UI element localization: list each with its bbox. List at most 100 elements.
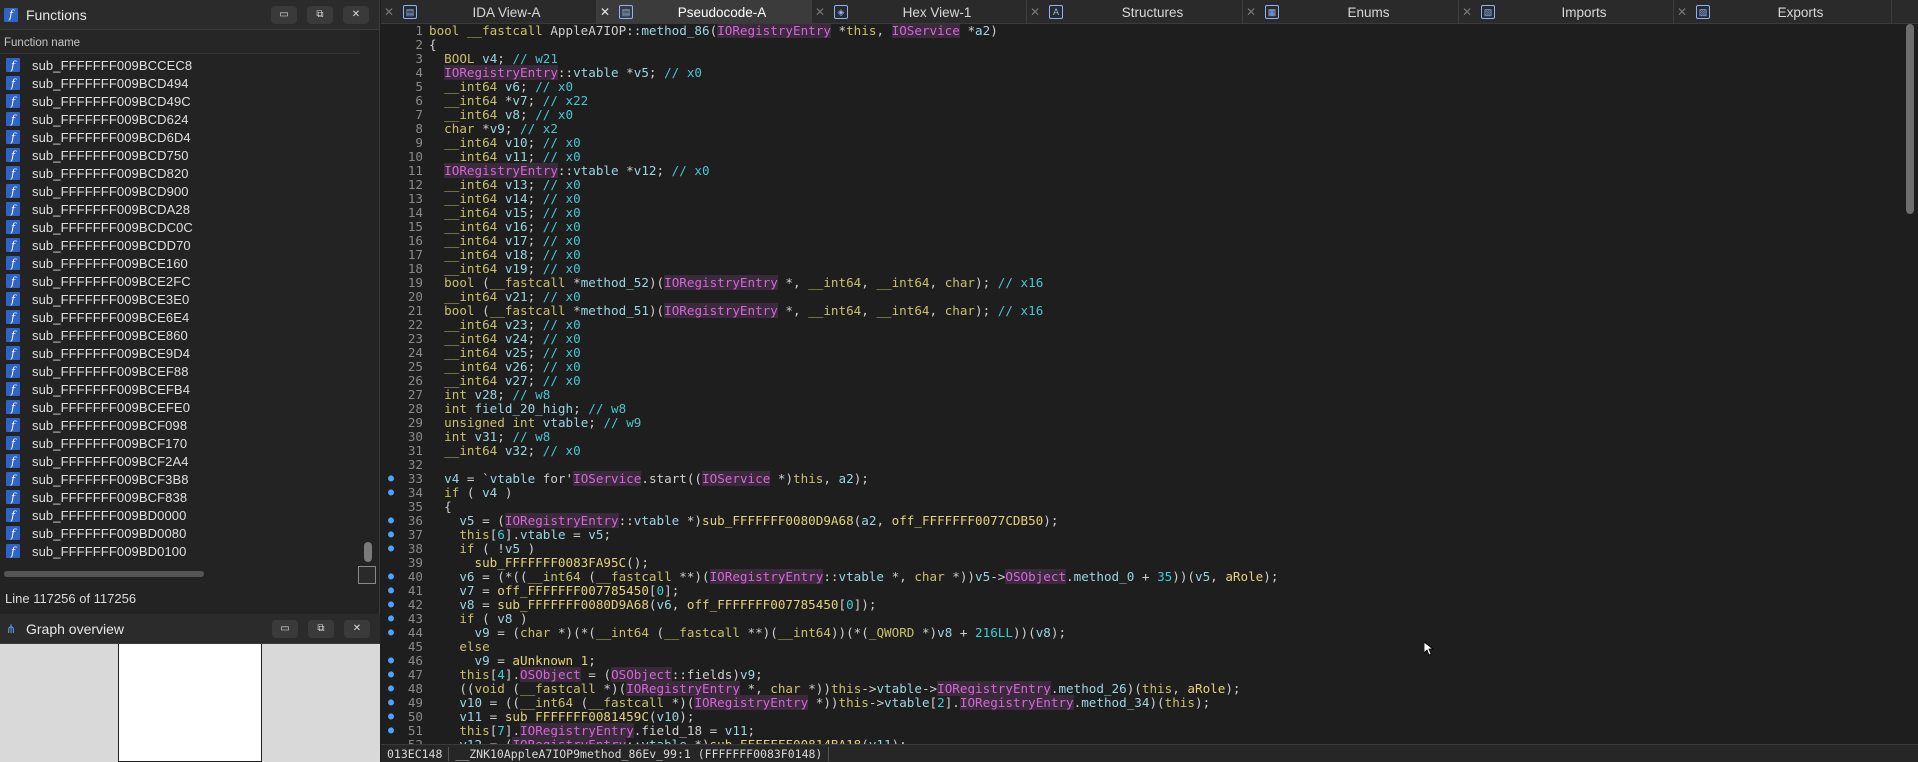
function-list-item[interactable]: f sub_FFFFFFF009BCD624 (0, 110, 360, 128)
graph-close-button[interactable]: ✕ (344, 619, 370, 638)
code-text[interactable]: __int64 v26; // x0 (429, 360, 581, 374)
breakpoint-marker-icon[interactable] (381, 332, 401, 346)
breakpoint-marker-icon[interactable]: ● (381, 514, 401, 528)
breakpoint-marker-icon[interactable] (381, 346, 401, 360)
tab-ida-view-a[interactable]: ✕ ▤ IDA View-A (381, 0, 597, 24)
breakpoint-marker-icon[interactable] (381, 80, 401, 94)
breakpoint-marker-icon[interactable]: ● (381, 570, 401, 584)
graph-overview-canvas[interactable] (0, 644, 380, 762)
code-line[interactable]: 6 __int64 *v7; // x22 (381, 94, 1901, 108)
code-line[interactable]: 13 __int64 v14; // x0 (381, 192, 1901, 206)
breakpoint-marker-icon[interactable] (381, 402, 401, 416)
graph-viewport-box[interactable] (118, 644, 262, 762)
function-list-item[interactable]: f sub_FFFFFFF009BD0000 (0, 506, 360, 524)
code-text[interactable]: __int64 v10; // x0 (429, 136, 581, 150)
code-line[interactable]: 7 __int64 v8; // x0 (381, 108, 1901, 122)
breakpoint-marker-icon[interactable] (381, 556, 401, 570)
code-text[interactable]: v9 = (char *)(*(__int64 (__fastcall **)(… (429, 626, 1067, 640)
function-list[interactable]: f sub_FFFFFFF009BCCEC8 f sub_FFFFFFF009BCD4… (0, 56, 360, 564)
function-list-item[interactable]: f sub_FFFFFFF009BCE860 (0, 326, 360, 344)
breakpoint-marker-icon[interactable] (381, 206, 401, 220)
breakpoint-marker-icon[interactable] (381, 416, 401, 430)
code-line[interactable]: 5 __int64 v6; // x0 (381, 80, 1901, 94)
code-text[interactable]: if ( !v5 ) (429, 542, 535, 556)
breakpoint-marker-icon[interactable]: ● (381, 598, 401, 612)
code-line[interactable]: 3 BOOL v4; // w21 (381, 52, 1901, 66)
function-list-item[interactable]: f sub_FFFFFFF009BCD49C (0, 92, 360, 110)
code-text[interactable]: BOOL v4; // w21 (429, 52, 558, 66)
pseudocode-view[interactable]: 1 bool __fastcall AppleA7IOP::method_86(I… (381, 24, 1901, 744)
code-line[interactable]: ● 42 v8 = sub_FFFFFFF0080D9A68(v6, off_FF… (381, 598, 1901, 612)
breakpoint-marker-icon[interactable] (381, 430, 401, 444)
code-line[interactable]: 18 __int64 v19; // x0 (381, 262, 1901, 276)
breakpoint-marker-icon[interactable]: ● (381, 486, 401, 500)
code-line[interactable]: ● 43 if ( v8 ) (381, 612, 1901, 626)
code-line[interactable]: 23 __int64 v24; // x0 (381, 332, 1901, 346)
function-list-item[interactable]: f sub_FFFFFFF009BCDD70 (0, 236, 360, 254)
breakpoint-marker-icon[interactable] (381, 52, 401, 66)
breakpoint-marker-icon[interactable] (381, 248, 401, 262)
breakpoint-marker-icon[interactable] (381, 164, 401, 178)
code-line[interactable]: 4 IORegistryEntry::vtable *v5; // x0 (381, 65, 1901, 80)
code-text[interactable]: this[4].OSObject = (OSObject::fields)v9; (429, 667, 763, 682)
code-text[interactable]: __int64 v21; // x0 (429, 290, 581, 304)
code-text[interactable]: __int64 v17; // x0 (429, 234, 581, 248)
tab-close-icon[interactable]: ✕ (1459, 5, 1475, 19)
code-text[interactable]: __int64 v13; // x0 (429, 178, 581, 192)
code-line[interactable]: ● 47 this[4].OSObject = (OSObject::fields… (381, 667, 1901, 682)
function-list-item[interactable]: f sub_FFFFFFF009BD0080 (0, 524, 360, 542)
breakpoint-marker-icon[interactable]: ● (381, 724, 401, 738)
breakpoint-marker-icon[interactable] (381, 66, 401, 80)
close-button[interactable]: ✕ (343, 5, 369, 24)
code-line[interactable]: ● 48 ((void (__fastcall *)(IORegistryEntr… (381, 681, 1901, 696)
breakpoint-marker-icon[interactable]: ● (381, 542, 401, 556)
code-line[interactable]: 39 sub_FFFFFFF0083FA95C(); (381, 556, 1901, 570)
code-text[interactable]: if ( v8 ) (429, 612, 527, 626)
code-line[interactable]: 8 char *v9; // x2 (381, 122, 1901, 136)
function-list-item[interactable]: f sub_FFFFFFF009BD0100 (0, 542, 360, 560)
code-text[interactable]: bool (__fastcall *method_52)(IORegistryE… (429, 275, 1043, 290)
tab-imports[interactable]: ✕ ▧ Imports (1459, 0, 1674, 24)
code-text[interactable]: __int64 v25; // x0 (429, 346, 581, 360)
function-list-item[interactable]: f sub_FFFFFFF009BCF170 (0, 434, 360, 452)
function-list-item[interactable]: f sub_FFFFFFF009BCF838 (0, 488, 360, 506)
code-text[interactable]: IORegistryEntry::vtable *v12; // x0 (429, 163, 710, 178)
function-list-item[interactable]: f sub_FFFFFFF009BCD820 (0, 164, 360, 182)
function-list-item[interactable]: f sub_FFFFFFF009BCD6D4 (0, 128, 360, 146)
code-text[interactable]: __int64 v32; // x0 (429, 444, 581, 458)
function-list-item[interactable]: f sub_FFFFFFF009BCCEC8 (0, 56, 360, 74)
minimize-button[interactable]: ▭ (271, 5, 297, 24)
code-text[interactable]: { (429, 38, 437, 52)
tab-close-icon[interactable]: ✕ (381, 5, 397, 19)
code-text[interactable]: this[6].vtable = v5; (429, 528, 611, 542)
code-line[interactable]: 10 __int64 v11; // x0 (381, 150, 1901, 164)
tab-close-icon[interactable]: ✕ (812, 5, 828, 19)
code-line[interactable]: ● 34 if ( v4 ) (381, 486, 1901, 500)
code-line[interactable]: 11 IORegistryEntry::vtable *v12; // x0 (381, 163, 1901, 178)
code-text[interactable]: __int64 *v7; // x22 (429, 94, 588, 108)
functions-vertical-scrollbar[interactable] (362, 56, 374, 564)
code-line[interactable]: 16 __int64 v17; // x0 (381, 234, 1901, 248)
functions-horizontal-scrollbar[interactable] (4, 569, 356, 579)
function-list-item[interactable]: f sub_FFFFFFF009BCF098 (0, 416, 360, 434)
code-text[interactable]: __int64 v24; // x0 (429, 332, 581, 346)
tab-enums[interactable]: ✕ ▦ Enums (1243, 0, 1459, 24)
code-text[interactable]: __int64 v6; // x0 (429, 80, 573, 94)
code-line[interactable]: ● 44 v9 = (char *)(*(__int64 (__fastcall … (381, 626, 1901, 640)
code-line[interactable]: 28 int field_20_high; // w8 (381, 402, 1901, 416)
breakpoint-marker-icon[interactable] (381, 444, 401, 458)
code-text[interactable]: bool __fastcall AppleA7IOP::method_86(IO… (429, 24, 998, 38)
code-line[interactable]: 24 __int64 v25; // x0 (381, 346, 1901, 360)
code-line[interactable]: 29 unsigned int vtable; // w9 (381, 416, 1901, 430)
function-list-item[interactable]: f sub_FFFFFFF009BCDA28 (0, 200, 360, 218)
code-text[interactable]: else (429, 640, 489, 654)
function-list-item[interactable]: f sub_FFFFFFF009BCD750 (0, 146, 360, 164)
code-text[interactable]: v10 = ((__int64 (__fastcall *)(IORegistr… (429, 695, 1210, 710)
code-text[interactable]: v5 = (IORegistryEntry::vtable *)sub_FFFF… (429, 513, 1058, 528)
function-list-item[interactable]: f sub_FFFFFFF009BCE9D4 (0, 344, 360, 362)
breakpoint-marker-icon[interactable]: ● (381, 626, 401, 640)
breakpoint-marker-icon[interactable] (381, 136, 401, 150)
breakpoint-marker-icon[interactable]: ● (381, 472, 401, 486)
breakpoint-marker-icon[interactable]: ● (381, 584, 401, 598)
code-line[interactable]: 14 __int64 v15; // x0 (381, 206, 1901, 220)
